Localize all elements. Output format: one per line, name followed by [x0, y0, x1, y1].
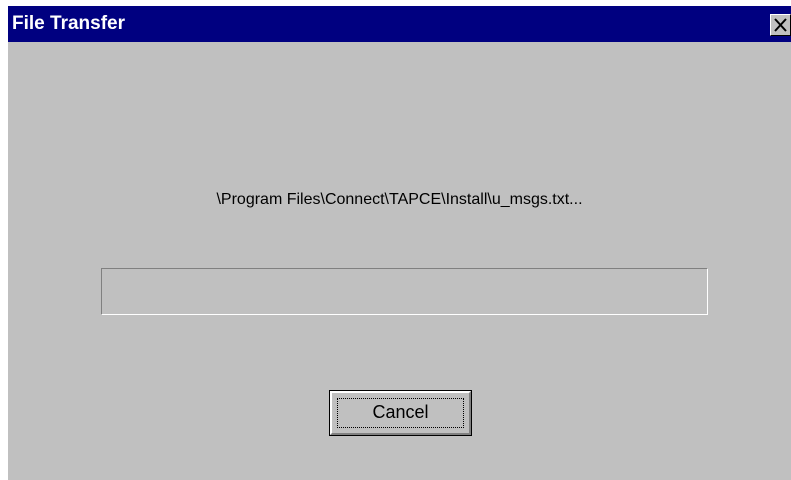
close-button[interactable]: [770, 14, 791, 36]
cancel-button-label: Cancel: [372, 402, 429, 422]
file-transfer-dialog: File Transfer \Program Files\Connect\TAP…: [8, 6, 791, 480]
window-title: File Transfer: [12, 13, 125, 34]
close-icon: [774, 18, 787, 32]
cancel-button[interactable]: Cancel: [329, 390, 472, 436]
title-bar[interactable]: File Transfer: [8, 6, 791, 42]
current-file-path: \Program Files\Connect\TAPCE\Install\u_m…: [216, 191, 583, 208]
transfer-progress-bar: [101, 268, 708, 315]
